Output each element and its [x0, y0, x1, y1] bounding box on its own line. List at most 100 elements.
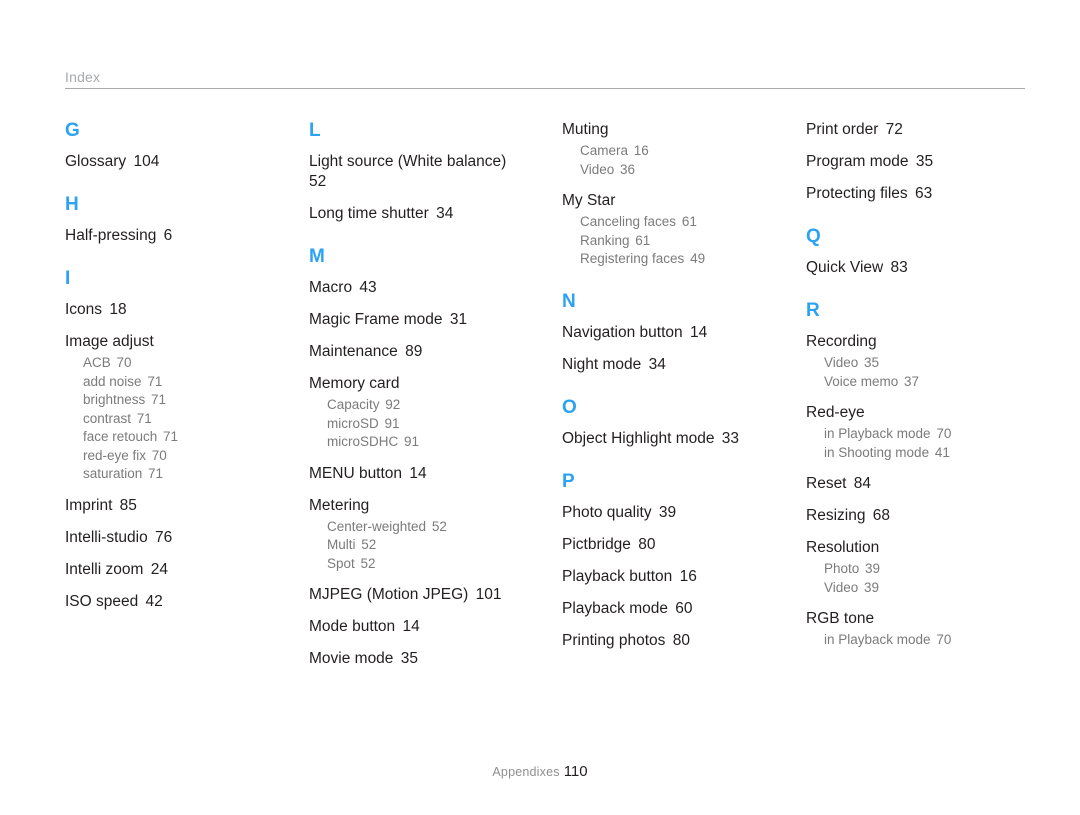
index-sub-entry[interactable]: microSD 91	[309, 415, 553, 434]
index-entry[interactable]: Quick View 83	[806, 258, 1021, 278]
index-sub-entry[interactable]: red-eye fix 70	[65, 447, 309, 466]
index-sub-entry-page: 91	[380, 415, 400, 431]
index-sub-entry[interactable]: Voice memo 37	[806, 373, 1041, 392]
index-sub-entry-page: 39	[860, 579, 880, 595]
index-entry[interactable]: Program mode 35	[806, 152, 1021, 172]
index-entry[interactable]: Recording	[806, 332, 1021, 352]
index-entry[interactable]: Printing photos 80	[562, 631, 777, 651]
index-entry[interactable]: Half-pressing 6	[65, 226, 280, 246]
index-entry[interactable]: Playback mode 60	[562, 599, 777, 619]
index-sub-entry[interactable]: microSDHC 91	[309, 433, 553, 452]
index-entry[interactable]: Resolution	[806, 538, 1021, 558]
index-entry[interactable]: Glossary 104	[65, 152, 280, 172]
index-sub-entry-page: 91	[400, 434, 420, 449]
index-entry[interactable]: Maintenance 89	[309, 342, 524, 362]
index-entry[interactable]: Pictbridge 80	[562, 535, 777, 555]
index-entry[interactable]: Long time shutter 34	[309, 204, 524, 224]
index-entry[interactable]: Memory card	[309, 374, 524, 394]
index-entry[interactable]: Resizing 68	[806, 506, 1021, 526]
index-sub-entry-label: Video	[580, 161, 615, 177]
index-entry[interactable]: Photo quality 39	[562, 503, 777, 523]
index-entry[interactable]: Red-eye	[806, 403, 1021, 423]
index-entry[interactable]: Imprint 85	[65, 496, 280, 516]
index-entry[interactable]: Intelli zoom 24	[65, 560, 280, 580]
index-entry-label: Mode button	[309, 618, 396, 635]
letter-heading-m: M	[309, 246, 325, 267]
index-entry[interactable]: Macro 43	[309, 278, 524, 298]
index-sub-entry-page: 92	[381, 397, 401, 412]
index-entry[interactable]: MENU button 14	[309, 464, 524, 484]
index-entry-label: Image adjust	[65, 333, 154, 350]
index-entry-label: Printing photos	[562, 631, 666, 649]
index-entry[interactable]: Movie mode 35	[309, 649, 524, 669]
index-entry[interactable]: MJPEG (Motion JPEG) 101	[309, 585, 524, 605]
index-entry[interactable]: Object Highlight mode 33	[562, 429, 777, 449]
index-sub-entry-label: Center-weighted	[327, 518, 427, 534]
index-entry-page: 63	[910, 185, 933, 202]
index-entry-page: 80	[668, 631, 690, 649]
index-sub-entry[interactable]: Registering faces 49	[562, 250, 797, 269]
index-sub-entry[interactable]: ACB 70	[65, 354, 309, 373]
index-sub-entry[interactable]: Ranking 61	[562, 232, 797, 251]
index-sub-entry[interactable]: in Shooting mode 41	[806, 444, 1041, 463]
index-sub-entry[interactable]: Photo 39	[806, 560, 1041, 579]
index-entry[interactable]: Reset 84	[806, 474, 1021, 494]
index-sub-entry-page: 52	[428, 518, 447, 534]
index-sub-entry[interactable]: contrast 71	[65, 410, 309, 429]
index-sub-entry-label: microSD	[327, 415, 379, 431]
index-sub-entry[interactable]: Camera 16	[562, 142, 797, 161]
index-entry[interactable]: Playback button 16	[562, 567, 777, 587]
index-entry[interactable]: Protecting files 63	[806, 184, 1021, 204]
index-entry[interactable]: Print order 72	[806, 120, 1021, 140]
index-sub-entry[interactable]: brightness 71	[65, 391, 309, 410]
footer-section-label: Appendixes	[492, 765, 560, 779]
index-entry[interactable]: Mode button 14	[309, 617, 524, 637]
index-sub-entry-page: 61	[678, 214, 697, 229]
index-sub-entry-page: 16	[630, 143, 649, 158]
index-entry[interactable]: Navigation button 14	[562, 323, 777, 343]
index-entry[interactable]: Magic Frame mode 31	[309, 310, 524, 330]
index-entry-label: Intelli-studio	[65, 528, 148, 546]
index-sub-entry[interactable]: Multi 52	[309, 536, 553, 555]
index-entry[interactable]: Light source (White balance) 52	[309, 152, 524, 192]
index-entry[interactable]: Icons 18	[65, 300, 280, 320]
index-sub-entry[interactable]: in Playback mode 70	[806, 425, 1041, 444]
index-entry[interactable]: Metering	[309, 496, 524, 516]
index-sub-entry[interactable]: saturation 71	[65, 465, 309, 484]
index-entry[interactable]: ISO speed 42	[65, 592, 280, 612]
index-entry-label: Red-eye	[806, 404, 865, 421]
index-entry[interactable]: Night mode 34	[562, 355, 777, 375]
index-entry-page: 84	[849, 475, 872, 492]
header-divider	[65, 88, 1025, 89]
index-entry-label: Photo quality	[562, 503, 652, 521]
index-sub-entry[interactable]: add noise 71	[65, 373, 309, 392]
index-entry[interactable]: My Star	[562, 191, 777, 211]
index-entry[interactable]: Muting	[562, 120, 777, 140]
index-entry[interactable]: Intelli-studio 76	[65, 528, 280, 548]
index-entry-label: Metering	[309, 496, 370, 514]
index-sub-entry[interactable]: face retouch 71	[65, 428, 309, 447]
index-sub-entry-label: ACB	[83, 355, 111, 370]
letter-heading-q: Q	[806, 226, 821, 247]
index-sub-entry-label: contrast	[83, 410, 132, 426]
index-entry[interactable]: Image adjust	[65, 332, 280, 352]
index-sub-entry-page: 71	[133, 410, 152, 426]
index-sub-entry-label: Photo	[824, 561, 860, 576]
index-entry-label: Print order	[806, 121, 879, 138]
index-sub-entry[interactable]: in Playback mode 70	[806, 631, 1041, 650]
index-sub-entry[interactable]: Video 35	[806, 354, 1041, 373]
index-sub-entry[interactable]: Spot 52	[309, 555, 553, 574]
index-entry-page: 80	[633, 535, 656, 553]
index-sub-entry[interactable]: Capacity 92	[309, 396, 553, 415]
index-entry[interactable]: RGB tone	[806, 609, 1021, 629]
index-entry-label: Object Highlight mode	[562, 429, 715, 447]
index-sub-entry[interactable]: Canceling faces 61	[562, 213, 797, 232]
index-sub-entry-label: Video	[824, 579, 859, 595]
index-sub-entry[interactable]: Center-weighted 52	[309, 518, 553, 537]
index-entry-label: Resizing	[806, 507, 866, 524]
index-sub-entry[interactable]: Video 39	[806, 579, 1041, 598]
index-sub-entry[interactable]: Video 36	[562, 161, 797, 180]
index-subentry-group: Camera 16 Video 36	[562, 142, 797, 179]
index-entry-page: 85	[115, 496, 137, 514]
letter-heading-n: N	[562, 290, 576, 312]
